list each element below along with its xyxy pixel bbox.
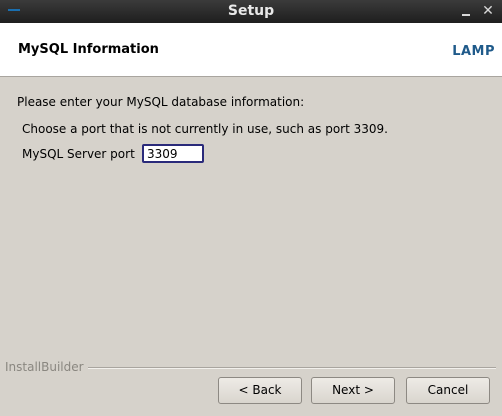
title-bar: Setup ✕: [0, 0, 502, 23]
window-title: Setup: [227, 3, 275, 19]
close-icon[interactable]: ✕: [481, 2, 495, 20]
port-hint-text: Choose a port that is not currently in u…: [22, 122, 388, 136]
mysql-port-input[interactable]: [142, 144, 204, 163]
intro-text: Please enter your MySQL database informa…: [17, 95, 305, 109]
setup-window: Setup ✕ MySQL Information LAMP Please en…: [0, 0, 502, 416]
back-button[interactable]: < Back: [218, 377, 302, 404]
page-title: MySQL Information: [18, 42, 159, 57]
installbuilder-brand: InstallBuilder: [5, 360, 84, 374]
lamp-logo: LAMP: [452, 44, 495, 59]
page-header: MySQL Information LAMP: [0, 23, 502, 77]
minimize-icon[interactable]: [460, 4, 472, 18]
next-button[interactable]: Next >: [311, 377, 395, 404]
cancel-button[interactable]: Cancel: [406, 377, 490, 404]
port-label: MySQL Server port: [22, 147, 135, 161]
footer-divider: [88, 367, 496, 369]
